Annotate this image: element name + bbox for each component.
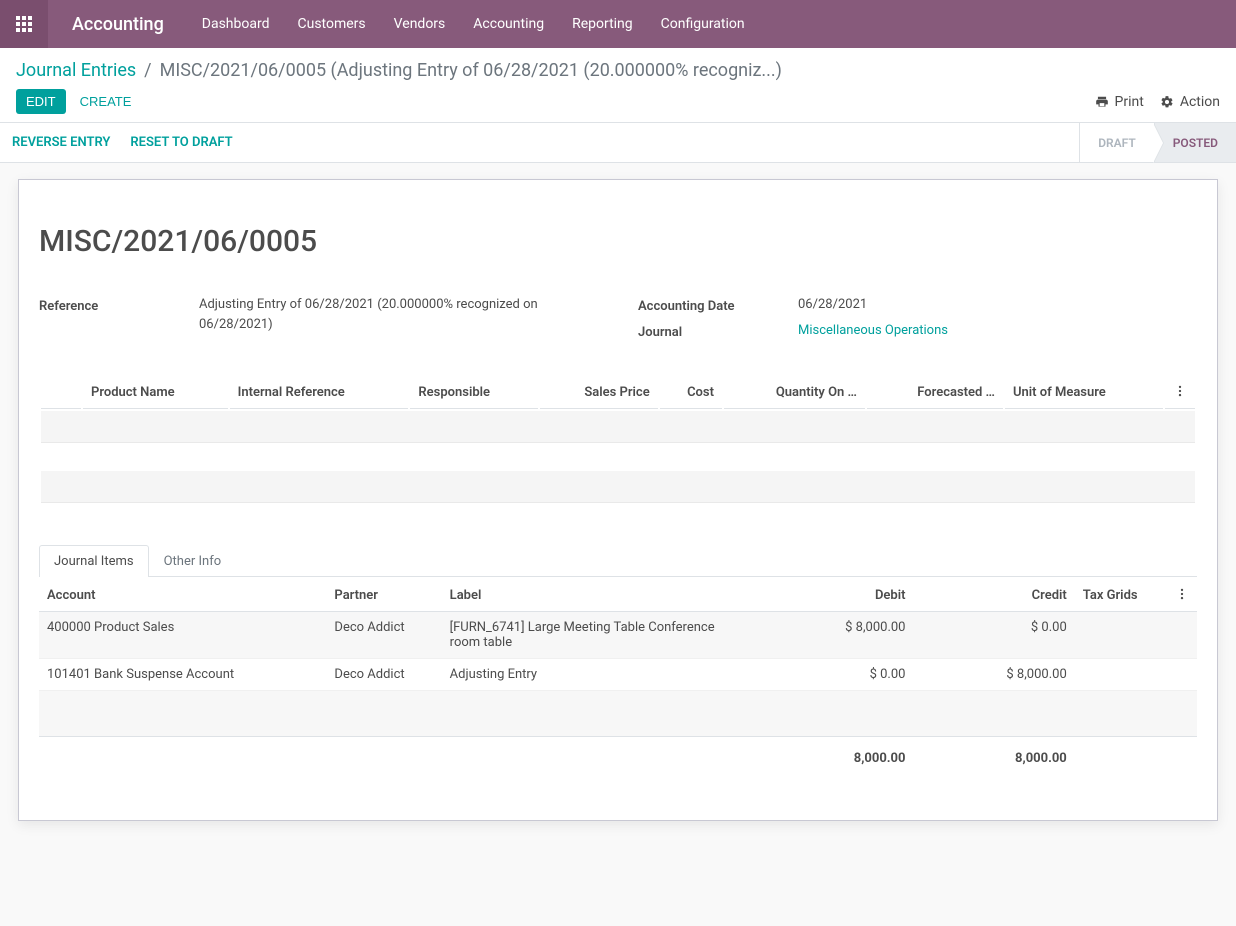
print-label: Print (1115, 94, 1144, 110)
nav-customers[interactable]: Customers (284, 0, 380, 48)
journal-items-table: Account Partner Label Debit Credit Tax G… (39, 577, 1197, 780)
total-credit: 8,000.00 (913, 737, 1074, 781)
nav-menu: Dashboard Customers Vendors Accounting R… (188, 0, 759, 48)
col-product-name[interactable]: Product Name (83, 376, 228, 409)
reset-to-draft-button[interactable]: RESET TO DRAFT (130, 135, 232, 150)
kebab-icon (1173, 384, 1187, 398)
kebab-icon (1175, 587, 1189, 601)
col-uom[interactable]: Unit of Measure (1005, 376, 1163, 409)
journal-label: Journal (638, 321, 798, 341)
statusbar: DRAFT POSTED (1079, 123, 1236, 162)
upper-list-table: Product Name Internal Reference Responsi… (39, 374, 1197, 505)
col-sales-price[interactable]: Sales Price (540, 376, 658, 409)
nav-configuration[interactable]: Configuration (647, 0, 759, 48)
status-bar: REVERSE ENTRY RESET TO DRAFT DRAFT POSTE… (0, 123, 1236, 163)
cell-debit: $ 8,000.00 (752, 612, 913, 659)
cell-account: 101401 Bank Suspense Account (39, 659, 326, 691)
cell-partner: Deco Addict (326, 659, 441, 691)
cell-tax (1075, 612, 1167, 659)
col-internal-ref[interactable]: Internal Reference (230, 376, 409, 409)
reference-label: Reference (39, 295, 199, 334)
gear-icon (1160, 95, 1174, 109)
col-responsible[interactable]: Responsible (410, 376, 537, 409)
nav-accounting[interactable]: Accounting (459, 0, 558, 48)
action-button[interactable]: Action (1160, 94, 1220, 110)
col-label[interactable]: Label (442, 577, 753, 612)
col-account[interactable]: Account (39, 577, 326, 612)
upper-table-options[interactable] (1165, 376, 1195, 409)
col-cost[interactable]: Cost (660, 376, 722, 409)
col-partner[interactable]: Partner (326, 577, 441, 612)
col-debit[interactable]: Debit (752, 577, 913, 612)
action-label: Action (1180, 94, 1220, 110)
col-forecasted[interactable]: Forecasted … (867, 376, 1003, 409)
reverse-entry-button[interactable]: REVERSE ENTRY (12, 135, 110, 150)
status-draft[interactable]: DRAFT (1079, 123, 1154, 162)
apps-icon (16, 16, 32, 32)
table-row (41, 411, 1195, 443)
apps-menu-button[interactable] (0, 0, 48, 48)
cell-partner: Deco Addict (326, 612, 441, 659)
nav-vendors[interactable]: Vendors (380, 0, 460, 48)
accounting-date-value: 06/28/2021 (798, 295, 1197, 315)
journal-value-link[interactable]: Miscellaneous Operations (798, 323, 948, 338)
app-brand[interactable]: Accounting (48, 14, 188, 35)
record-title: MISC/2021/06/0005 (39, 224, 1197, 259)
total-debit: 8,000.00 (752, 737, 913, 781)
cell-debit: $ 0.00 (752, 659, 913, 691)
cell-tax (1075, 659, 1167, 691)
control-panel: Journal Entries / MISC/2021/06/0005 (Adj… (0, 48, 1236, 123)
table-row[interactable]: 101401 Bank Suspense Account Deco Addict… (39, 659, 1197, 691)
cell-account: 400000 Product Sales (39, 612, 326, 659)
nav-dashboard[interactable]: Dashboard (188, 0, 284, 48)
cell-label: Adjusting Entry (442, 659, 753, 691)
accounting-date-label: Accounting Date (638, 295, 798, 315)
form-sheet: MISC/2021/06/0005 Reference Adjusting En… (18, 179, 1218, 821)
table-row[interactable]: 400000 Product Sales Deco Addict [FURN_6… (39, 612, 1197, 659)
tab-journal-items[interactable]: Journal Items (39, 545, 149, 577)
notebook: Journal Items Other Info Account Partner… (39, 545, 1197, 780)
cell-credit: $ 8,000.00 (913, 659, 1074, 691)
status-posted[interactable]: POSTED (1154, 123, 1236, 162)
breadcrumb-separator: / (144, 60, 151, 81)
col-tax-grids[interactable]: Tax Grids (1075, 577, 1167, 612)
breadcrumb-current: MISC/2021/06/0005 (Adjusting Entry of 06… (160, 60, 782, 81)
table-row (41, 471, 1195, 503)
col-qty-on-hand[interactable]: Quantity On … (724, 376, 865, 409)
print-button[interactable]: Print (1095, 94, 1144, 110)
tab-other-info[interactable]: Other Info (149, 545, 237, 577)
cell-credit: $ 0.00 (913, 612, 1074, 659)
breadcrumb: Journal Entries / MISC/2021/06/0005 (Adj… (16, 60, 1220, 81)
breadcrumb-parent[interactable]: Journal Entries (16, 60, 136, 81)
nav-reporting[interactable]: Reporting (558, 0, 647, 48)
reference-value: Adjusting Entry of 06/28/2021 (20.000000… (199, 295, 598, 334)
totals-row: 8,000.00 8,000.00 (39, 737, 1197, 781)
print-icon (1095, 95, 1109, 109)
cell-label: [FURN_6741] Large Meeting Table Conferen… (442, 612, 753, 659)
edit-button[interactable]: EDIT (16, 89, 66, 114)
create-button[interactable]: CREATE (70, 89, 142, 114)
col-credit[interactable]: Credit (913, 577, 1074, 612)
navbar: Accounting Dashboard Customers Vendors A… (0, 0, 1236, 48)
journal-table-options[interactable] (1167, 577, 1197, 612)
